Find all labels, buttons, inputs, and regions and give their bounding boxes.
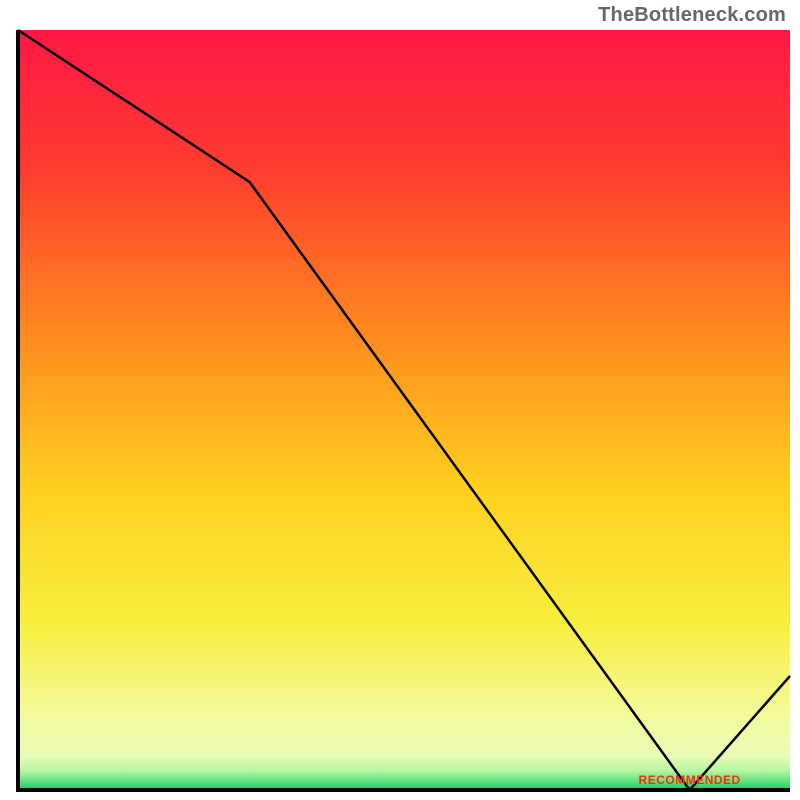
plot-background [18,30,790,790]
recommended-marker: RECOMMENDED [639,773,741,787]
chart-stage: { "attribution": "TheBottleneck.com", "c… [0,0,800,800]
bottleneck-chart: RECOMMENDED [0,0,800,800]
